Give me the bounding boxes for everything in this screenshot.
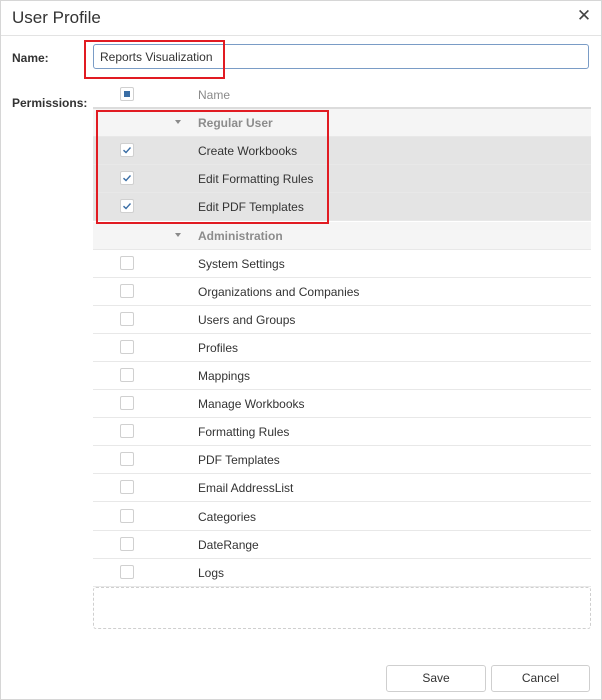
permission-row[interactable]: Organizations and Companies bbox=[93, 278, 591, 306]
collapse-caret-icon[interactable] bbox=[175, 120, 181, 125]
cancel-button[interactable]: Cancel bbox=[491, 665, 590, 692]
permission-row[interactable]: Manage Workbooks bbox=[93, 390, 591, 419]
title-divider bbox=[1, 35, 601, 36]
permission-row[interactable]: Email AddressList bbox=[93, 474, 591, 503]
permission-label: Email AddressList bbox=[198, 481, 294, 496]
permission-row[interactable]: Users and Groups bbox=[93, 306, 591, 334]
permission-checkbox[interactable] bbox=[120, 143, 134, 158]
permission-label: Organizations and Companies bbox=[198, 284, 360, 299]
column-header-name[interactable]: Name bbox=[198, 88, 230, 102]
grid-drop-area bbox=[93, 587, 591, 629]
permission-row[interactable]: Profiles bbox=[93, 334, 591, 362]
permission-checkbox[interactable] bbox=[120, 508, 134, 523]
dialog-title: User Profile bbox=[12, 8, 101, 27]
permission-row[interactable]: Edit Formatting Rules bbox=[93, 165, 591, 194]
save-button[interactable]: Save bbox=[386, 665, 486, 692]
permission-row[interactable]: Formatting Rules bbox=[93, 418, 591, 447]
permission-checkbox[interactable] bbox=[120, 564, 134, 579]
group-row[interactable]: Regular User bbox=[93, 109, 591, 138]
close-icon[interactable]: ✕ bbox=[575, 7, 593, 25]
name-input[interactable] bbox=[93, 44, 589, 69]
permission-label: Logs bbox=[198, 565, 225, 580]
permission-row[interactable]: DateRange bbox=[93, 531, 591, 559]
indeterminate-mark-icon bbox=[124, 91, 130, 97]
permission-label: Formatting Rules bbox=[198, 425, 290, 440]
permission-label: DateRange bbox=[198, 537, 259, 552]
permission-label: Categories bbox=[198, 509, 257, 524]
select-all-checkbox[interactable] bbox=[120, 87, 134, 101]
permission-row[interactable]: System Settings bbox=[93, 250, 591, 278]
permission-checkbox[interactable] bbox=[120, 283, 134, 298]
permission-checkbox[interactable] bbox=[120, 424, 134, 439]
permission-label: Edit PDF Templates bbox=[198, 200, 304, 215]
permission-checkbox[interactable] bbox=[120, 199, 134, 214]
permission-row[interactable]: Create Workbooks bbox=[93, 137, 591, 166]
permission-label: Create Workbooks bbox=[198, 144, 298, 159]
permission-row[interactable]: Mappings bbox=[93, 362, 591, 390]
permission-checkbox[interactable] bbox=[120, 171, 134, 186]
permission-label: Profiles bbox=[198, 340, 239, 355]
group-label: Regular User bbox=[198, 116, 273, 131]
permission-checkbox[interactable] bbox=[120, 311, 134, 326]
permission-row[interactable]: Logs bbox=[93, 559, 591, 587]
permission-label: Edit Formatting Rules bbox=[198, 172, 314, 187]
group-row[interactable]: Administration bbox=[93, 221, 591, 250]
permission-label: PDF Templates bbox=[198, 453, 280, 468]
grid-header-row: Name bbox=[93, 81, 591, 109]
group-label: Administration bbox=[198, 228, 283, 243]
permission-checkbox[interactable] bbox=[120, 368, 134, 382]
permission-checkbox[interactable] bbox=[120, 396, 134, 411]
permission-label: Users and Groups bbox=[198, 312, 296, 327]
permission-checkbox[interactable] bbox=[120, 339, 134, 354]
permission-label: Manage Workbooks bbox=[198, 397, 305, 412]
permission-checkbox[interactable] bbox=[120, 536, 134, 551]
permission-checkbox[interactable] bbox=[120, 480, 134, 495]
name-label: Name: bbox=[12, 51, 49, 65]
permission-label: Mappings bbox=[198, 369, 251, 383]
permission-checkbox[interactable] bbox=[120, 255, 134, 270]
collapse-caret-icon[interactable] bbox=[175, 232, 181, 237]
permission-label: System Settings bbox=[198, 256, 285, 271]
permissions-label: Permissions: bbox=[12, 96, 88, 110]
permission-checkbox[interactable] bbox=[120, 452, 134, 467]
user-profile-dialog: User Profile ✕ Name: Permissions: Name R… bbox=[0, 0, 602, 700]
permission-row[interactable]: Edit PDF Templates bbox=[93, 193, 591, 222]
permission-row[interactable]: PDF Templates bbox=[93, 446, 591, 475]
permission-row[interactable]: Categories bbox=[93, 503, 591, 531]
